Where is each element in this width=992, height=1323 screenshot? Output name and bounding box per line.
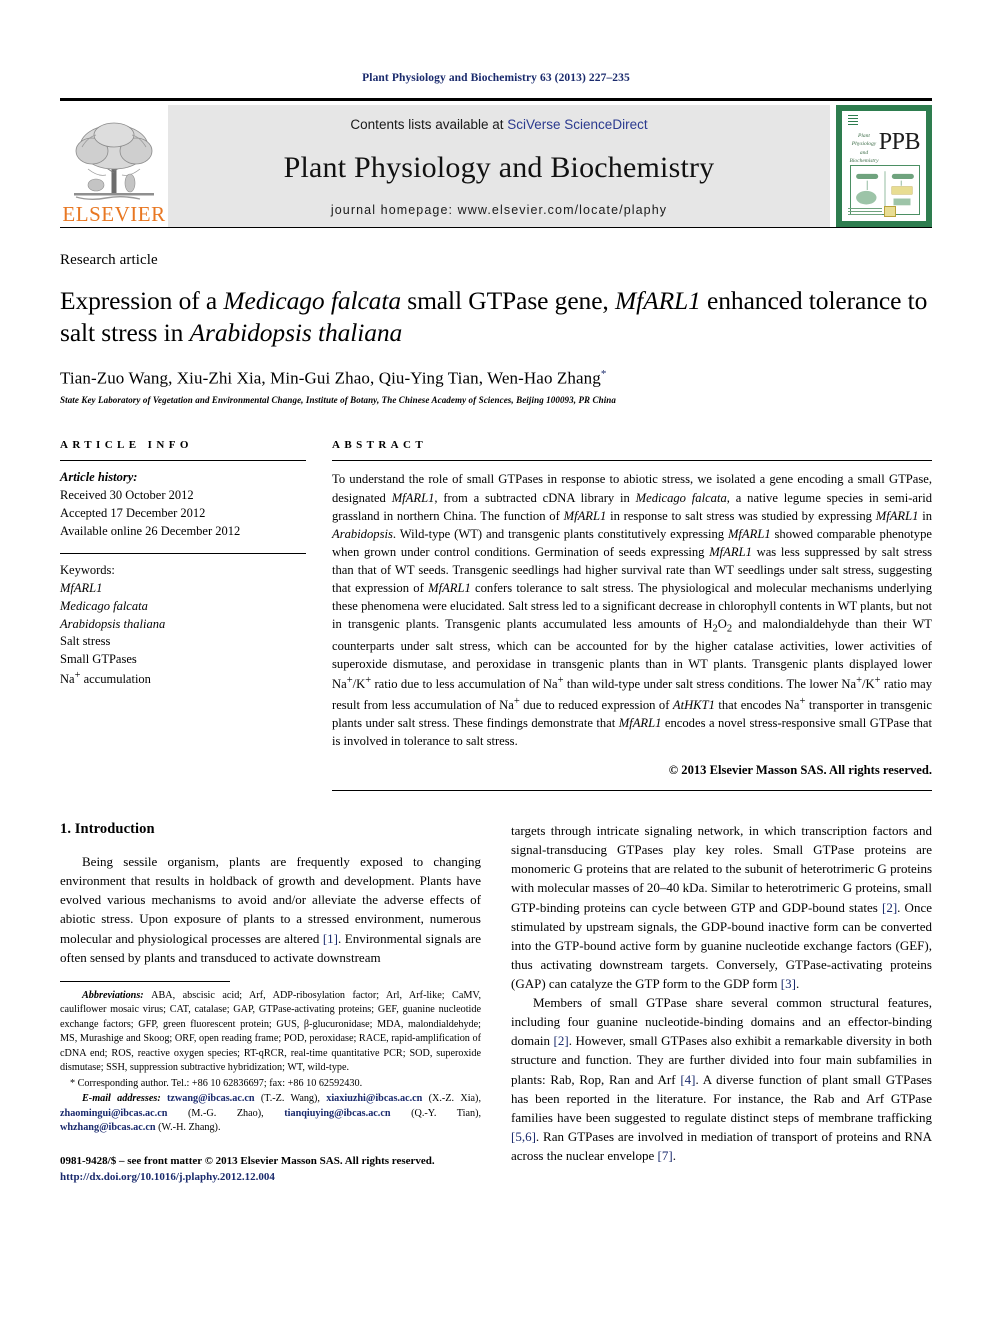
email-link[interactable]: tzwang@ibcas.ac.cn [167,1093,255,1104]
cover-bottom-box [884,206,896,217]
doi-link[interactable]: http://dx.doi.org/10.1016/j.plaphy.2012.… [60,1169,481,1186]
journal-banner: Contents lists available at SciVerse Sci… [168,105,830,227]
section-heading-introduction: 1. Introduction [60,821,155,838]
history-received: Received 30 October 2012 [60,488,194,503]
citation-ref[interactable]: [1] [323,931,338,946]
journal-homepage-link[interactable]: journal homepage: www.elsevier.com/locat… [331,203,667,217]
keyword-item: Salt stress [60,634,111,649]
masthead-bottom-rule [60,227,932,228]
author-names: Tian-Zuo Wang, Xiu-Zhi Xia, Min-Gui Zhao… [60,368,601,388]
abstract-copyright: © 2013 Elsevier Masson SAS. All rights r… [668,763,932,778]
corresponding-author-footnote: * Corresponding author. Tel.: +86 10 628… [70,1077,363,1089]
keyword-item: Arabidopsis thaliana [60,616,166,631]
abstract-rule-top [332,460,932,462]
keywords-label: Keywords: [60,563,115,578]
footnotes-block: Abbreviations: ABA, abscisic acid; Arf, … [60,989,481,1186]
email-person: (X.-Z. Xia) [428,1093,479,1105]
intro-paragraph-left: Being sessile organism, plants are frequ… [60,854,481,965]
cover-bottom-bars [848,208,882,217]
keywords-block: Keywords: MfARL1 Medicago falcata Arabid… [60,562,306,688]
author-list: Tian-Zuo Wang, Xiu-Zhi Xia, Min-Gui Zhao… [60,368,932,389]
email-link[interactable]: tianqiuying@ibcas.ac.cn [284,1108,390,1119]
abstract-column: ABSTRACT To understand the role of small… [332,439,932,792]
info-abstract-region: ARTICLE INFO Article history: Received 3… [60,439,932,792]
cover-inner: Plant Physiology and Biochemistry PPB [842,111,926,221]
abstract-text: To understand the role of small GTPases … [332,472,932,749]
elsevier-logo: ELSEVIER [60,105,168,227]
citation-ref[interactable]: [4] [680,1072,695,1087]
contents-lists-line: Contents lists available at SciVerse Sci… [350,117,647,132]
email-link[interactable]: whzhang@ibcas.ac.cn [60,1122,156,1133]
citation-ref[interactable]: [2] [554,1033,569,1048]
corresponding-author-marker[interactable]: * [601,368,607,380]
citation-ref[interactable]: [2] [882,900,897,915]
email-link[interactable]: zhaomingui@ibcas.ac.cn [60,1108,167,1119]
elsevier-wordmark: ELSEVIER [62,202,166,226]
intro-paragraph-right-2: Members of small GTPase share several co… [511,995,932,1164]
article-type-label: Research article [60,252,158,268]
abbreviations-footnote: Abbreviations: ABA, abscisic acid; Arf, … [60,989,481,1076]
body-column-left: 1. Introduction Being sessile organism, … [60,821,481,1186]
journal-title: Plant Physiology and Biochemistry [283,150,715,184]
keywords-divider-rule [60,553,306,555]
body-two-columns: 1. Introduction Being sessile organism, … [60,821,932,1186]
citation-ref[interactable]: [7] [658,1148,673,1163]
affiliation: State Key Laboratory of Vegetation and E… [60,395,617,406]
sciencedirect-link[interactable]: SciVerse ScienceDirect [507,117,647,132]
email-person: (Q.-Y. Tian) [411,1107,479,1119]
body-column-right: targets through intricate signaling netw… [511,821,932,1186]
abstract-heading: ABSTRACT [332,439,428,452]
keyword-item: Medicago falcata [60,598,148,613]
article-history-block: Article history: Received 30 October 201… [60,469,306,540]
contents-lists-prefix: Contents lists available at [350,117,508,132]
keyword-item: Na+ accumulation [60,669,151,687]
article-title: Expression of a Medicago falcata small G… [60,285,932,349]
footnote-divider-rule [60,980,230,982]
email-person: (T.-Z. Wang) [260,1093,318,1105]
abstract-rule-bottom [332,790,932,792]
cover-journal-title: Plant Physiology and Biochemistry [849,133,879,164]
elsevier-tree-icon [74,122,154,200]
article-info-column: ARTICLE INFO Article history: Received 3… [60,439,306,791]
issn-copyright-line: 0981-9428/$ – see front matter © 2013 El… [60,1154,435,1167]
article-info-rule [60,460,306,462]
cover-elsevier-mark-icon [848,115,858,127]
running-head: Plant Physiology and Biochemistry 63 (20… [362,72,630,84]
title-italic-species-1: Medicago falcata [223,286,401,315]
title-italic-species-2: Arabidopsis thaliana [189,317,403,347]
keyword-item: MfARL1 [60,581,103,596]
citation-ref[interactable]: [5,6] [511,1129,536,1144]
masthead-top-rule [60,98,932,101]
journal-masthead: ELSEVIER Contents lists available at Sci… [60,105,932,227]
article-info-heading: ARTICLE INFO [60,439,193,452]
email-addresses-footnote: E-mail addresses: tzwang@ibcas.ac.cn (T.… [60,1093,482,1134]
article-history-label: Article history: [60,470,138,485]
abbreviations-text: ABA, abscisic acid; Arf, ADP-ribosylatio… [60,989,481,1074]
abbreviations-label: Abbreviations: [82,989,144,1001]
journal-cover-thumbnail[interactable]: Plant Physiology and Biochemistry PPB [836,105,932,227]
title-segment-1: Expression of a [60,286,224,315]
title-italic-gene: MfARL1 [614,286,701,315]
history-available-online: Available online 26 December 2012 [60,523,241,538]
journal-article-page: Plant Physiology and Biochemistry 63 (20… [0,0,992,1323]
citation-ref[interactable]: [3] [781,976,796,991]
email-person: (W.-H. Zhang) [158,1122,218,1134]
intro-paragraph-right-1: targets through intricate signaling netw… [511,823,932,992]
title-segment-2: small GTPase gene, [400,286,615,315]
cover-abbrev-label: PPB [878,129,921,155]
history-accepted: Accepted 17 December 2012 [60,505,206,520]
email-addresses-label: E-mail addresses: [82,1093,161,1105]
email-person: (M.-G. Zhao) [187,1107,262,1119]
keyword-item: Small GTPases [60,652,137,667]
email-link[interactable]: xiaxiuzhi@ibcas.ac.cn [326,1093,422,1104]
